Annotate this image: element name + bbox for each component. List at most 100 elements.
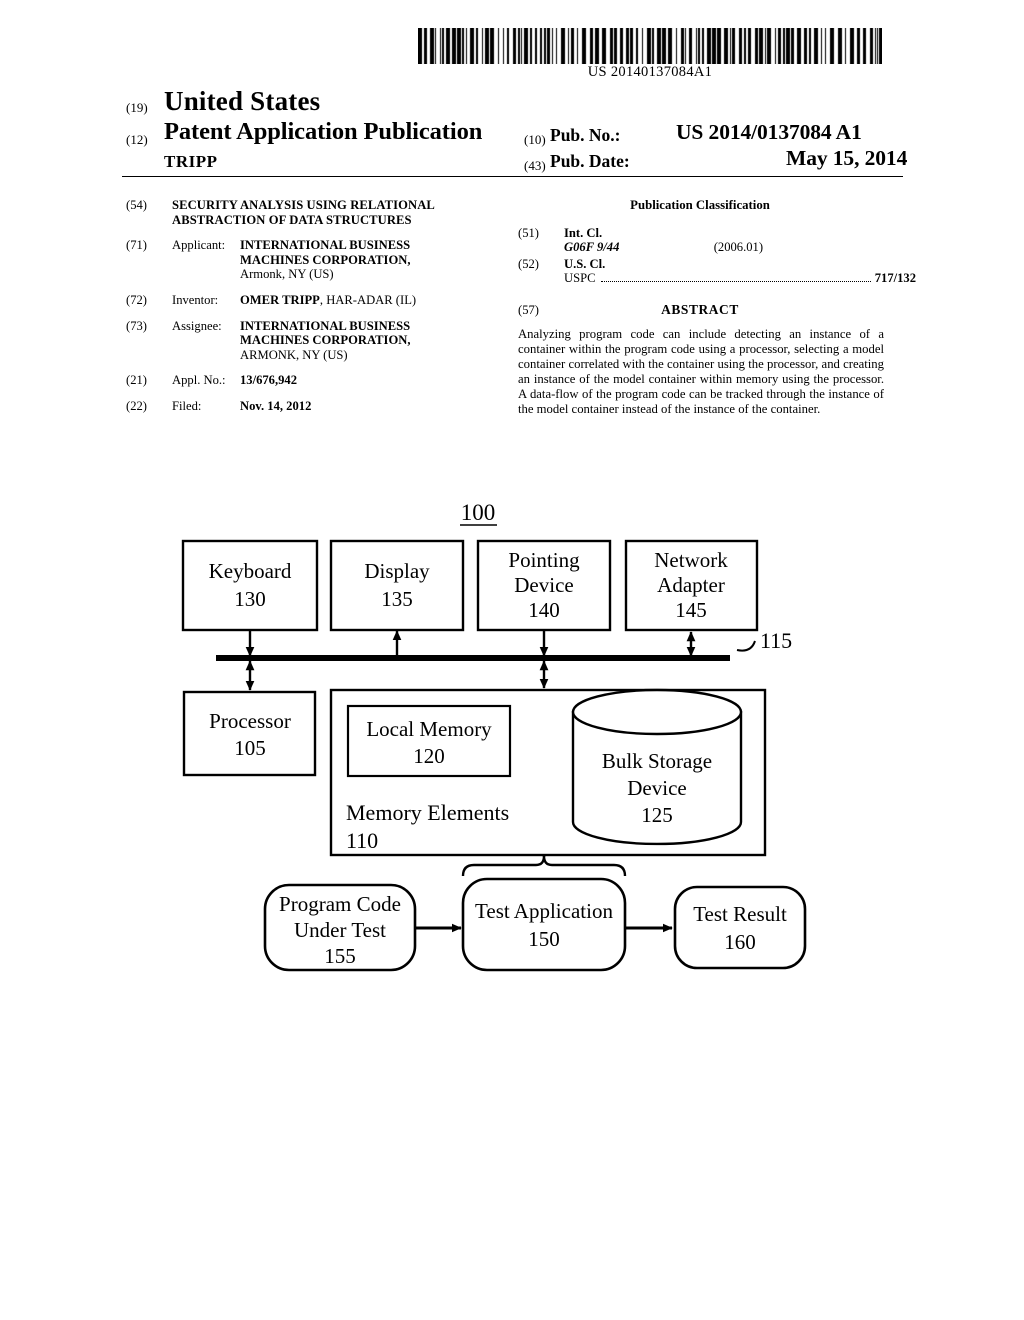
filed-value: Nov. 14, 2012 bbox=[240, 398, 312, 413]
bibliographic-left-column: (54) SECURITY ANALYSIS USING RELATIONAL … bbox=[126, 198, 496, 425]
field-inventor-label: Inventor: bbox=[172, 292, 219, 307]
brace-memory-to-test-application bbox=[461, 854, 627, 877]
applicant-line1: INTERNATIONAL BUSINESS bbox=[240, 238, 411, 253]
node-processor-ref: 105 bbox=[234, 736, 266, 760]
node-pointing-device-ref: 140 bbox=[528, 598, 560, 622]
kind-code-19: (19) bbox=[126, 100, 148, 115]
assignee-line2: MACHINES CORPORATION, bbox=[240, 333, 411, 348]
applicant-line3: Armonk, NY (US) bbox=[240, 267, 334, 282]
publication-classification-heading: Publication Classification bbox=[630, 198, 770, 212]
node-test-application: Test Application 150 bbox=[461, 877, 627, 972]
field-assignee-number: (73) bbox=[126, 318, 147, 333]
field-applicant: (71) Applicant: INTERNATIONAL BUSINESS M… bbox=[126, 238, 496, 282]
node-processor: Processor 105 bbox=[182, 690, 317, 777]
inventor-location: , HAR-ADAR (IL) bbox=[319, 292, 417, 307]
node-display: Display 135 bbox=[329, 539, 465, 632]
uspc-label: USPC bbox=[564, 271, 596, 286]
figure-number-label: 100 bbox=[461, 500, 496, 525]
bus-leader-line bbox=[736, 640, 756, 652]
us-cl-label: U.S. Cl. bbox=[564, 256, 606, 271]
field-applicant-label: Applicant: bbox=[172, 238, 226, 253]
node-local-memory: Local Memory 120 bbox=[346, 704, 512, 778]
node-pointing-device-title-line1: Pointing bbox=[508, 548, 580, 572]
node-test-result-ref: 160 bbox=[724, 930, 756, 954]
node-program-code-ref: 155 bbox=[324, 944, 356, 968]
node-processor-title: Processor bbox=[209, 709, 291, 733]
int-cl-label: Int. Cl. bbox=[564, 225, 603, 240]
node-bulk-storage-ref: 125 bbox=[641, 803, 673, 827]
pub-number-label: Pub. No.: bbox=[550, 125, 621, 145]
pub-number-value: US 2014/0137084 A1 bbox=[676, 120, 862, 144]
field-filed-label: Filed: bbox=[172, 398, 202, 413]
node-keyboard-ref: 130 bbox=[234, 587, 266, 611]
field-appl-no-label: Appl. No.: bbox=[172, 373, 226, 388]
applicant-line2: MACHINES CORPORATION, bbox=[240, 252, 411, 267]
field-us-cl: (52) U.S. Cl. USPC 717/132 bbox=[518, 256, 916, 286]
node-display-ref: 135 bbox=[381, 587, 413, 611]
node-keyboard: Keyboard 130 bbox=[181, 539, 319, 632]
node-local-memory-title: Local Memory bbox=[366, 717, 492, 741]
field-us-cl-number: (52) bbox=[518, 256, 539, 271]
field-filed: (22) Filed: Nov. 14, 2012 bbox=[126, 399, 496, 414]
node-bulk-storage-title-line1: Bulk Storage bbox=[602, 749, 712, 773]
uspc-row: USPC 717/132 bbox=[564, 271, 916, 286]
int-cl-value: G06F 9/44 bbox=[564, 240, 620, 255]
node-test-result: Test Result 160 bbox=[673, 885, 807, 970]
field-assignee: (73) Assignee: INTERNATIONAL BUSINESS MA… bbox=[126, 319, 496, 363]
kind-code-10: (10) bbox=[524, 132, 546, 147]
node-program-code-under-test: Program Code Under Test 155 bbox=[263, 883, 417, 972]
field-inventor: (72) Inventor: OMER TRIPP, HAR-ADAR (IL) bbox=[126, 293, 496, 308]
abstract-heading: (57) ABSTRACT bbox=[518, 301, 908, 319]
assignee-line3: ARMONK, NY (US) bbox=[240, 347, 348, 362]
field-title-number: (54) bbox=[126, 198, 147, 212]
system-architecture-figure: 100 Keyboard 130 Display 135 Pointing De… bbox=[0, 480, 1024, 1000]
field-appl-no-number: (21) bbox=[126, 373, 147, 388]
bibliographic-right-column: Publication Classification (51) Int. Cl.… bbox=[518, 198, 916, 416]
field-int-cl: (51) Int. Cl. G06F 9/44 (2006.01) bbox=[518, 226, 908, 255]
node-pointing-device-title-line2: Device bbox=[514, 573, 573, 597]
cylinder-top-ellipse bbox=[571, 688, 743, 736]
inventor-surname-header: TRIPP bbox=[164, 152, 218, 171]
barcode-canvas bbox=[418, 28, 882, 64]
node-network-adapter: Network Adapter 145 bbox=[624, 539, 759, 632]
assignee-line1: INTERNATIONAL BUSINESS bbox=[240, 318, 411, 333]
country-title: United States bbox=[164, 86, 321, 116]
uspc-leader-dots bbox=[600, 274, 871, 283]
barcode-number: US 20140137084A1 bbox=[587, 64, 713, 80]
field-title-line1: SECURITY ANALYSIS USING RELATIONAL bbox=[172, 198, 435, 212]
node-bulk-storage-title-line2: Device bbox=[627, 776, 686, 800]
node-network-adapter-ref: 145 bbox=[675, 598, 707, 622]
abstract-title: ABSTRACT bbox=[661, 301, 739, 317]
pub-date-value: May 15, 2014 bbox=[786, 146, 908, 170]
field-applicant-number: (71) bbox=[126, 238, 147, 253]
node-program-code-title-line2: Under Test bbox=[294, 918, 386, 942]
header-divider bbox=[122, 176, 903, 177]
node-memory-elements-title: Memory Elements bbox=[346, 800, 509, 825]
bus-label: 115 bbox=[760, 628, 792, 653]
node-test-application-ref: 150 bbox=[528, 927, 560, 951]
field-filed-number: (22) bbox=[126, 398, 147, 413]
abstract-text: Analyzing program code can include detec… bbox=[518, 326, 884, 416]
field-appl-no: (21) Appl. No.: 13/676,942 bbox=[126, 373, 496, 388]
node-local-memory-ref: 120 bbox=[413, 744, 445, 768]
node-display-title: Display bbox=[364, 559, 430, 583]
node-pointing-device: Pointing Device 140 bbox=[476, 539, 612, 632]
node-bulk-storage-device: Bulk Storage Device 125 bbox=[571, 688, 743, 846]
pub-date-label: Pub. Date: bbox=[550, 151, 630, 171]
node-test-application-title: Test Application bbox=[475, 899, 613, 923]
uspc-value: 717/132 bbox=[874, 271, 916, 286]
kind-code-12: (12) bbox=[126, 132, 148, 147]
field-title-line2: ABSTRACTION OF DATA STRUCTURES bbox=[172, 212, 412, 227]
field-assignee-label: Assignee: bbox=[172, 318, 222, 333]
inventor-name: OMER TRIPP bbox=[240, 292, 320, 307]
node-test-result-title: Test Result bbox=[693, 902, 787, 926]
publication-type-title: Patent Application Publication bbox=[164, 118, 483, 145]
kind-code-43: (43) bbox=[524, 158, 546, 173]
field-inventor-number: (72) bbox=[126, 292, 147, 307]
node-memory-elements-ref: 110 bbox=[346, 828, 378, 853]
int-cl-version: (2006.01) bbox=[713, 240, 764, 255]
field-int-cl-number: (51) bbox=[518, 225, 539, 240]
appl-no-value: 13/676,942 bbox=[240, 373, 298, 388]
node-keyboard-title: Keyboard bbox=[209, 559, 292, 583]
field-title: (54) SECURITY ANALYSIS USING RELATIONAL … bbox=[126, 198, 496, 227]
